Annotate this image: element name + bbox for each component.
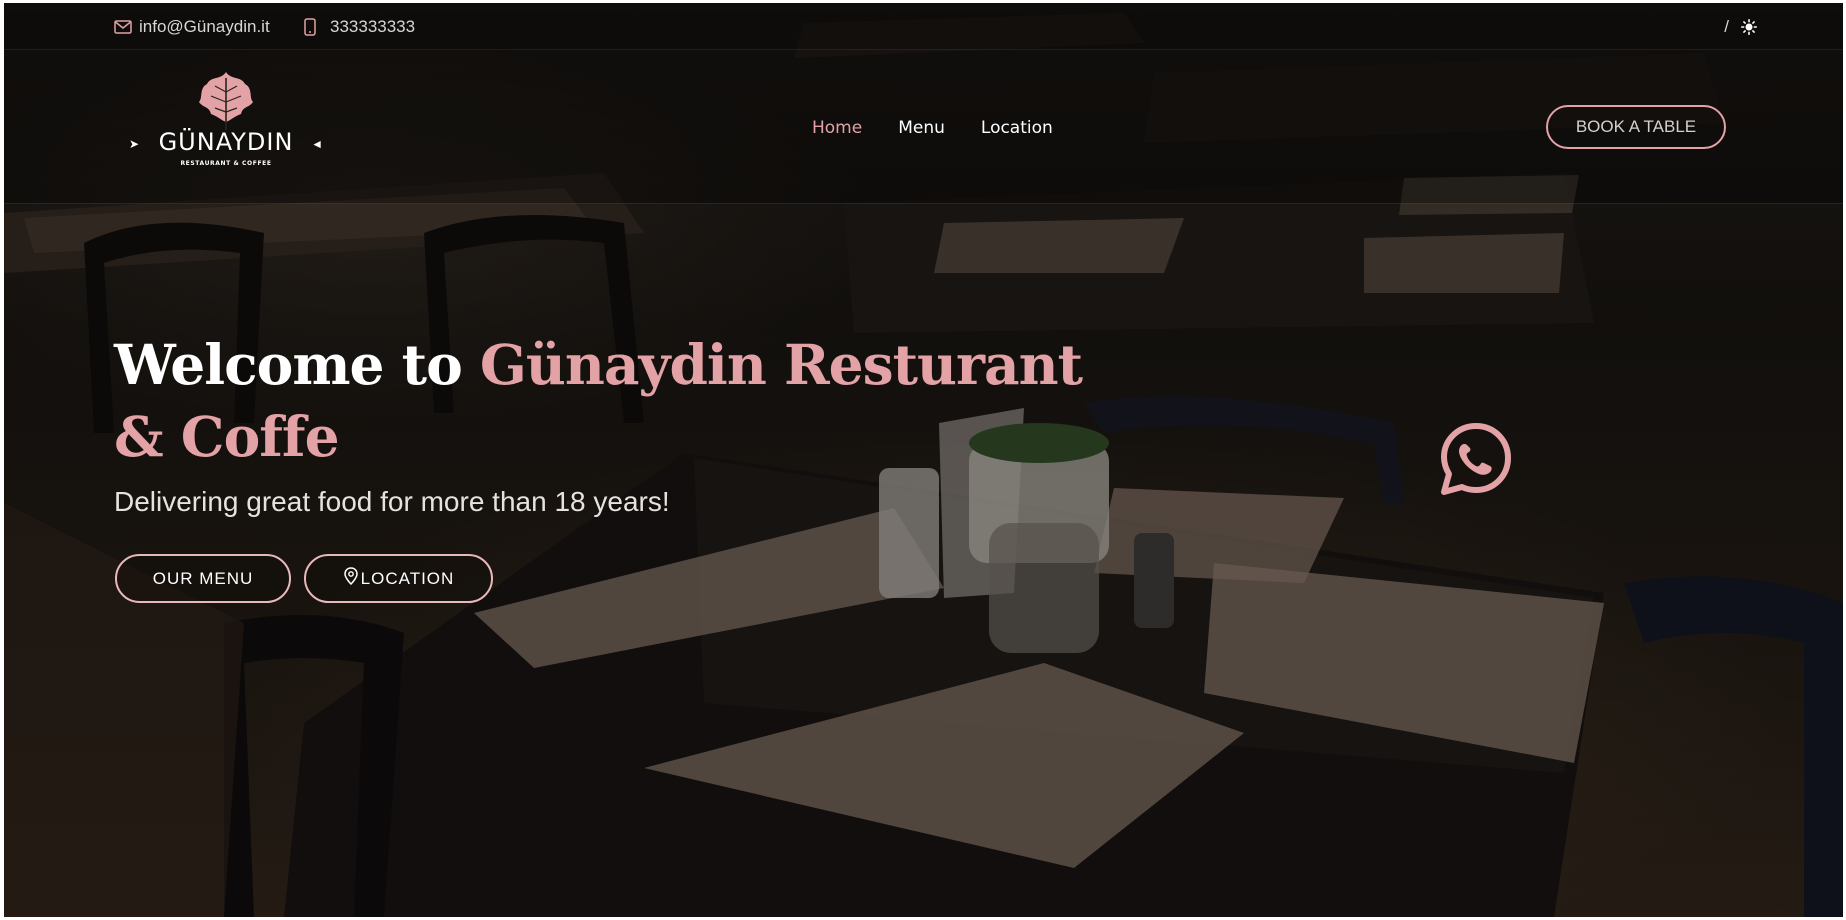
hero-subtitle: Delivering great food for more than 18 y… (114, 486, 670, 517)
location-button[interactable]: LOCATION (304, 554, 493, 603)
envelope-icon (114, 20, 132, 34)
our-menu-label: OUR MENU (152, 568, 254, 588)
logo-arrow-right: ◄ (311, 137, 323, 151)
sun-icon[interactable] (1741, 19, 1757, 35)
email-text: info@Günaydin.it (139, 17, 270, 36)
nav-item-location[interactable]: Location (981, 118, 1053, 138)
brand-logo[interactable]: ➤ GÜNAYDIN ◄ RESTAURANT & COFFEE (129, 72, 323, 180)
nav-item-home[interactable]: Home (812, 118, 862, 138)
hero-title-plain: Welcome to (114, 332, 480, 397)
location-label: LOCATION (360, 568, 455, 588)
hero-title: Welcome to Günaydin Resturant & Coffe (114, 329, 1114, 473)
email-contact[interactable]: info@Günaydin.it (114, 17, 270, 37)
brand-tagline: RESTAURANT & COFFEE (180, 160, 272, 167)
theme-toggle[interactable]: / (1724, 17, 1757, 37)
theme-separator: / (1724, 17, 1729, 36)
top-contact-bar: info@Günaydin.it 333333333 / (4, 3, 1843, 50)
main-header: ➤ GÜNAYDIN ◄ RESTAURANT & COFFEE Home Me… (4, 50, 1843, 204)
map-pin-icon (343, 567, 359, 590)
phone-text: 333333333 (330, 17, 416, 36)
book-table-button[interactable]: BOOK A TABLE (1546, 105, 1726, 149)
leaf-icon (199, 72, 253, 130)
mobile-phone-icon (304, 18, 316, 36)
our-menu-button[interactable]: OUR MENU (115, 554, 291, 603)
nav-item-menu[interactable]: Menu (898, 118, 945, 138)
main-nav: Home Menu Location (812, 118, 1053, 138)
page: info@Günaydin.it 333333333 / ➤ GÜNAYDIN … (4, 3, 1843, 917)
brand-name: GÜNAYDIN (158, 128, 294, 156)
whatsapp-icon[interactable] (1437, 420, 1515, 498)
phone-contact[interactable]: 333333333 (304, 17, 415, 37)
